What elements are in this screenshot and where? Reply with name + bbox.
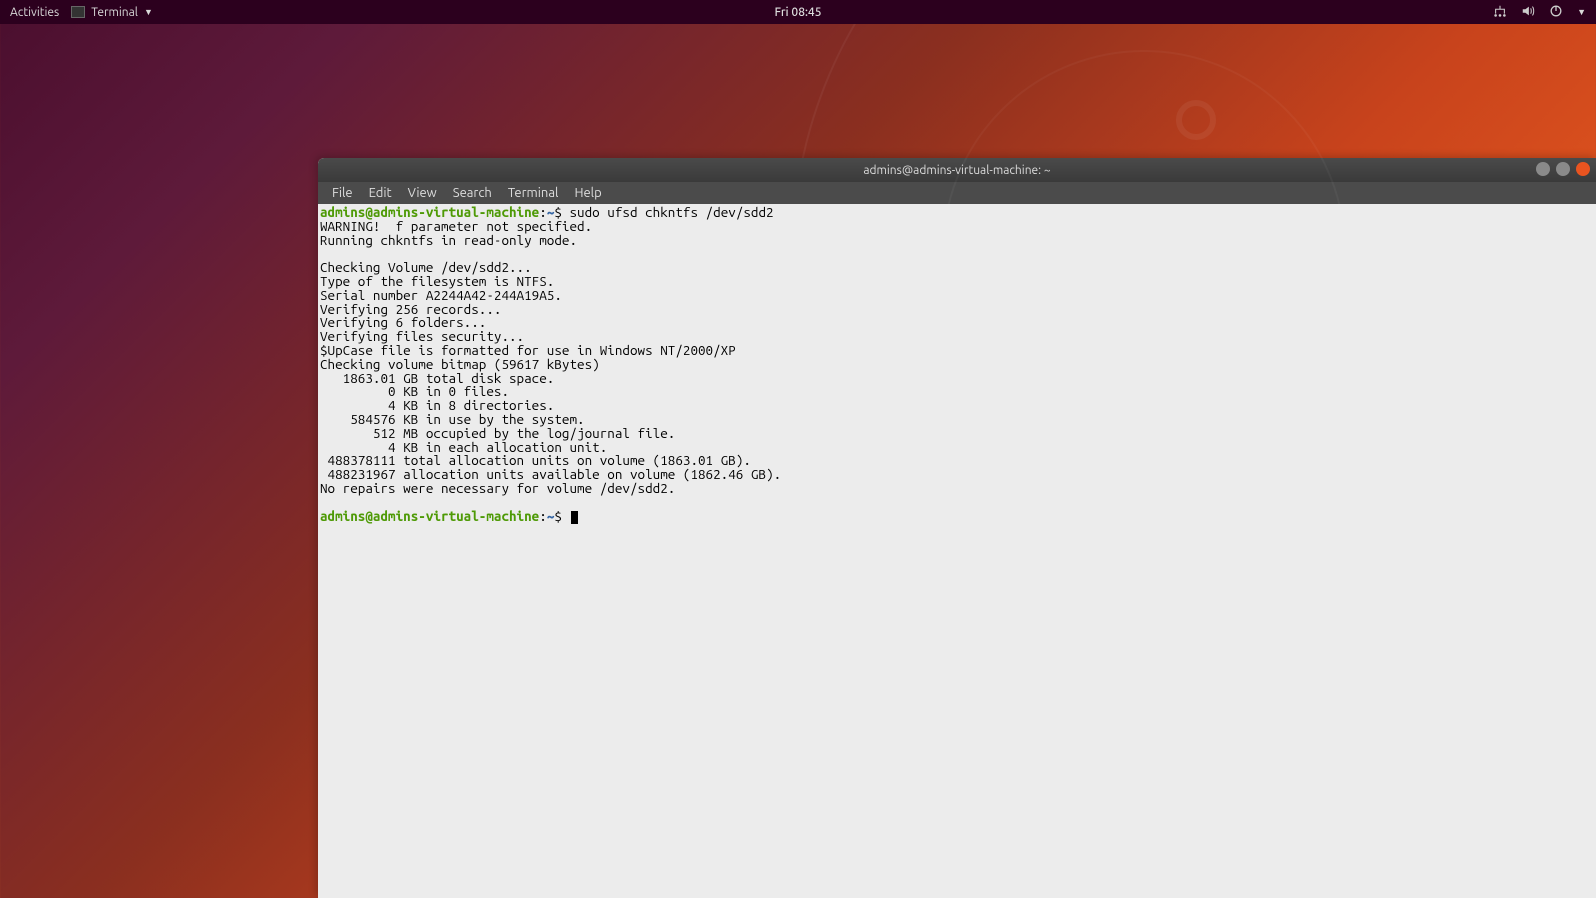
volume-icon[interactable] (1521, 4, 1535, 21)
terminal-icon (71, 6, 85, 18)
menu-edit[interactable]: Edit (363, 186, 398, 200)
menu-help[interactable]: Help (568, 186, 607, 200)
chevron-down-icon: ▼ (144, 7, 153, 17)
clock[interactable]: Fri 08:45 (775, 6, 822, 19)
maximize-button[interactable] (1556, 162, 1570, 176)
window-title: admins@admins-virtual-machine: ~ (863, 164, 1050, 177)
menu-file[interactable]: File (326, 186, 359, 200)
terminal-window: admins@admins-virtual-machine: ~ File Ed… (318, 158, 1596, 898)
power-icon[interactable] (1549, 4, 1563, 21)
window-titlebar[interactable]: admins@admins-virtual-machine: ~ (318, 158, 1596, 182)
menubar: File Edit View Search Terminal Help (318, 182, 1596, 204)
close-button[interactable] (1576, 162, 1590, 176)
gnome-topbar: Activities Terminal ▼ Fri 08:45 ▼ (0, 0, 1596, 24)
app-menu-label: Terminal (91, 6, 138, 19)
minimize-button[interactable] (1536, 162, 1550, 176)
menu-terminal[interactable]: Terminal (502, 186, 565, 200)
network-icon[interactable] (1493, 4, 1507, 21)
menu-view[interactable]: View (402, 186, 443, 200)
terminal-content[interactable]: admins@admins-virtual-machine:~$ sudo uf… (318, 204, 1596, 898)
chevron-down-icon[interactable]: ▼ (1577, 7, 1586, 17)
activities-button[interactable]: Activities (10, 6, 59, 19)
app-menu[interactable]: Terminal ▼ (71, 6, 153, 19)
menu-search[interactable]: Search (447, 186, 498, 200)
